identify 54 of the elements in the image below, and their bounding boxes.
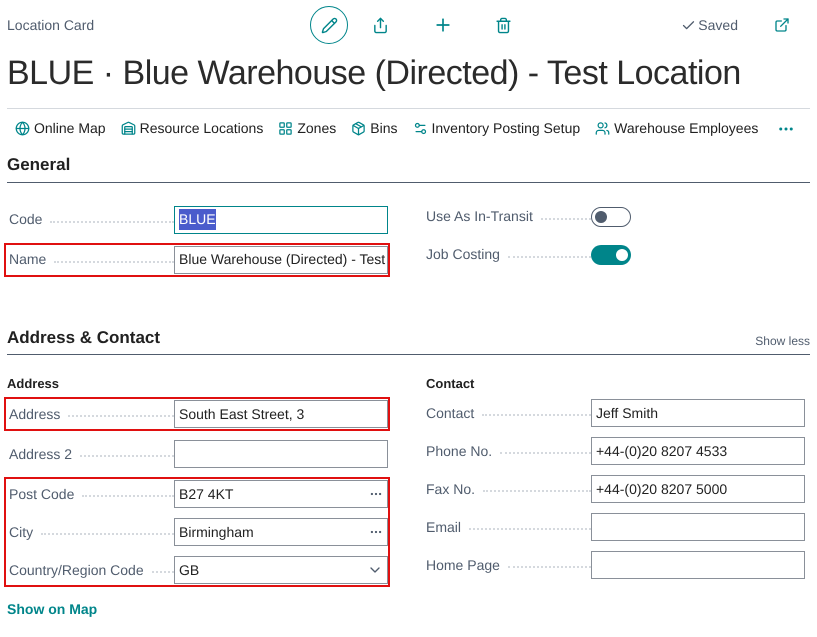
- field-label: Job Costing: [426, 245, 500, 264]
- input-field[interactable]: BLUE: [174, 206, 388, 234]
- open-new-window-icon[interactable]: [774, 17, 790, 33]
- field-label: Home Page: [426, 556, 500, 575]
- input-field[interactable]: [174, 440, 388, 468]
- input-field[interactable]: Blue Warehouse (Directed) - Test: [174, 246, 388, 274]
- input-field[interactable]: +44-(0)20 8207 4533: [591, 437, 805, 465]
- sliders-icon: [412, 121, 428, 136]
- action-bar-item[interactable]: Bins: [351, 118, 398, 139]
- input-field[interactable]: South East Street, 3: [174, 400, 388, 428]
- action-bar-item[interactable]: Resource Locations: [120, 118, 264, 139]
- group-heading: Contact: [426, 377, 476, 391]
- field-label: Use As In-Transit: [426, 207, 533, 226]
- field-label: Code: [9, 210, 42, 229]
- people-icon: [595, 121, 610, 136]
- share-icon[interactable]: [372, 16, 389, 34]
- input-field[interactable]: B27 4KT: [174, 480, 388, 508]
- input-field[interactable]: [591, 513, 805, 541]
- box-icon: [351, 121, 366, 136]
- action-bar-item[interactable]: Online Map: [15, 118, 106, 139]
- edit-button[interactable]: [310, 6, 348, 44]
- action-bar-item[interactable]: Zones: [278, 118, 336, 139]
- saved-status: Saved: [698, 16, 738, 34]
- field-label: Contact: [426, 404, 474, 422]
- input-field[interactable]: [591, 551, 805, 579]
- group-heading: Address: [7, 377, 60, 391]
- toggle-switch[interactable]: [591, 206, 631, 226]
- page-title: BLUE · Blue Warehouse (Directed) - Test Location: [6, 53, 742, 94]
- field-label: Fax No.: [426, 480, 476, 498]
- field-label: Country/Region Code: [9, 560, 144, 580]
- input-field[interactable]: +44-(0)20 8207 5000: [591, 475, 805, 503]
- input-field[interactable]: Jeff Smith: [591, 399, 805, 427]
- show-on-map-link[interactable]: Show on Map: [7, 599, 98, 620]
- field-label: Post Code: [9, 484, 74, 504]
- show-less-link[interactable]: Show less: [755, 332, 810, 350]
- field-label: Email: [426, 518, 462, 536]
- field-label: Name: [9, 250, 46, 269]
- pencil-icon: [320, 16, 338, 34]
- globe-icon: [15, 121, 30, 136]
- section-heading: Address & Contact: [7, 326, 160, 348]
- delete-icon[interactable]: [495, 16, 512, 34]
- field-label: Address: [9, 404, 60, 424]
- input-field[interactable]: GB: [174, 556, 388, 584]
- field-label: City: [9, 522, 34, 542]
- action-bar-item[interactable]: Inventory Posting Setup: [412, 118, 580, 139]
- action-bar-item[interactable]: Warehouse Employees: [595, 118, 758, 139]
- grid-icon: [278, 121, 294, 136]
- field-label: Phone No.: [426, 442, 492, 460]
- field-label: Address 2: [9, 444, 72, 464]
- section-heading: General: [7, 154, 72, 176]
- page-type-label: Location Card: [7, 16, 96, 34]
- building-icon: [120, 121, 136, 136]
- toggle-switch[interactable]: [591, 244, 631, 264]
- input-field[interactable]: Birmingham: [174, 518, 388, 546]
